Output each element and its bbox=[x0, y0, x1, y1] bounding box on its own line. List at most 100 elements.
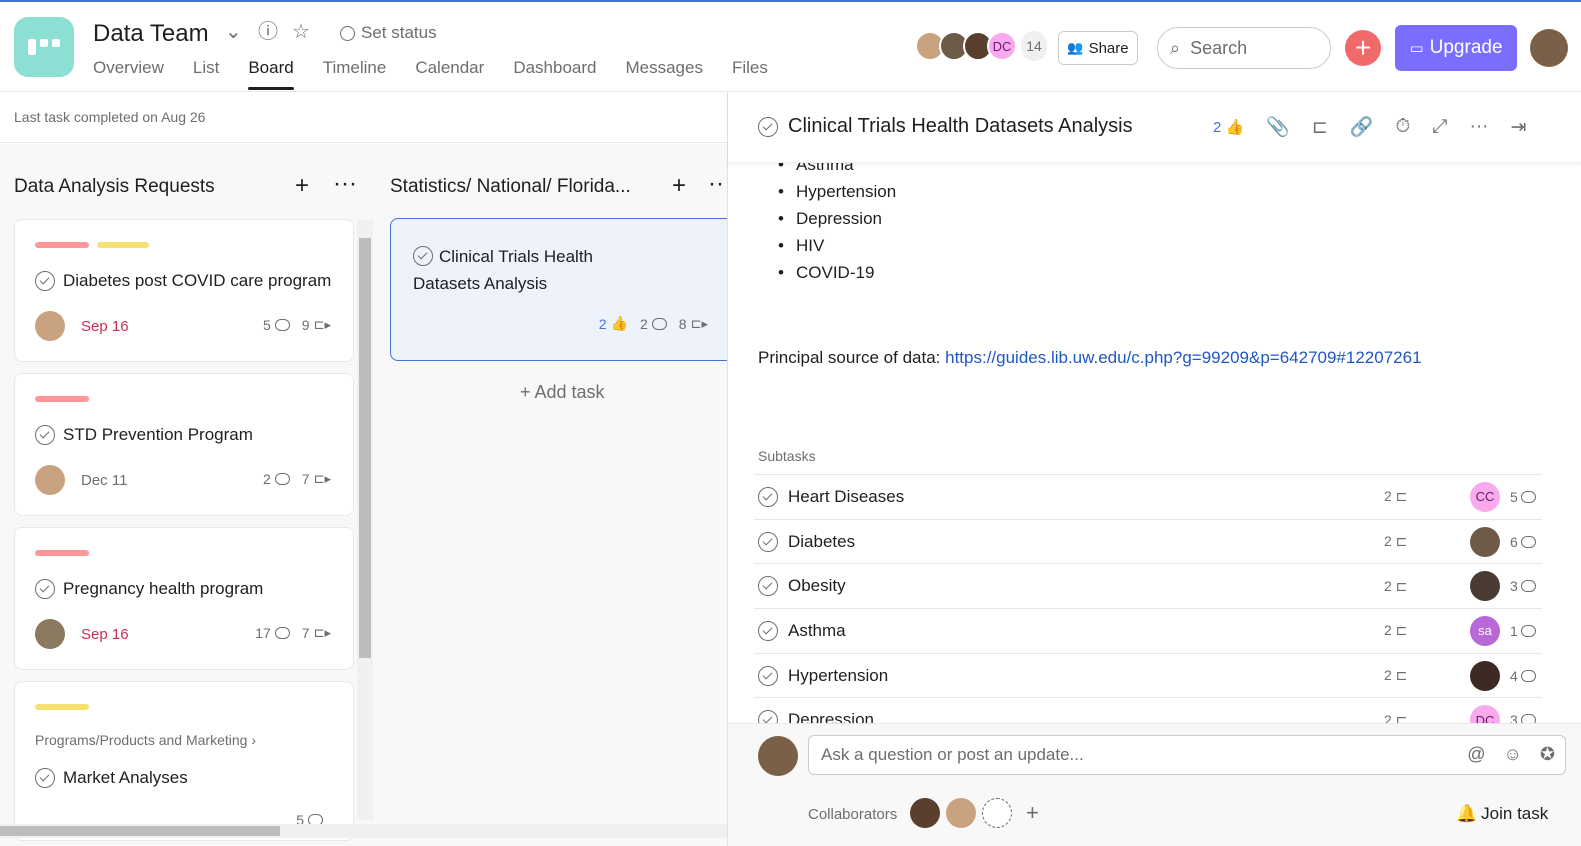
project-header: Data Team ⌄ ⓘ ☆ Set status Overview List… bbox=[0, 2, 1581, 92]
project-members[interactable]: DC 14 bbox=[915, 31, 1047, 61]
tab-list[interactable]: List bbox=[193, 58, 219, 90]
check-icon[interactable] bbox=[758, 531, 778, 552]
expand-icon[interactable]: ⤢ bbox=[1432, 116, 1447, 138]
assignee-avatar[interactable]: sa bbox=[1470, 615, 1500, 646]
check-icon[interactable] bbox=[35, 425, 55, 445]
column-title[interactable]: Data Analysis Requests bbox=[14, 176, 215, 198]
info-icon[interactable]: ⓘ bbox=[258, 20, 278, 44]
join-task-button[interactable]: 🔔 Join task bbox=[1456, 804, 1548, 824]
task-card[interactable]: Pregnancy health program Sep 16 17 7 ⊏▸ bbox=[14, 527, 354, 670]
more-options-icon[interactable]: ··· bbox=[333, 170, 357, 198]
check-icon[interactable] bbox=[35, 271, 55, 291]
chevron-down-icon[interactable]: ⌄ bbox=[225, 20, 242, 44]
mention-icon[interactable]: @ bbox=[1467, 744, 1485, 765]
paperclip-icon[interactable]: 📎 bbox=[1266, 115, 1290, 139]
check-icon[interactable] bbox=[758, 116, 778, 137]
assignee-avatar[interactable]: CC bbox=[1470, 481, 1500, 512]
subtask-row[interactable]: Hypertension 2 ⊏ 4 bbox=[754, 652, 1542, 698]
members-count: 14 bbox=[1021, 31, 1047, 61]
assignee-avatar[interactable] bbox=[1470, 660, 1500, 691]
people-icon: 👥 bbox=[1067, 40, 1084, 55]
project-logo-icon[interactable] bbox=[14, 17, 74, 77]
subtask-icon: ⊏▸ bbox=[313, 317, 331, 332]
task-card-selected[interactable]: Clinical Trials Health Datasets Analysis… bbox=[390, 218, 727, 361]
set-status-button[interactable]: Set status bbox=[340, 23, 437, 43]
comment-icon bbox=[274, 473, 290, 485]
close-panel-icon[interactable]: ⇥ bbox=[1510, 116, 1526, 139]
avatar[interactable] bbox=[35, 465, 65, 495]
subtask-count: 2 ⊏ bbox=[1384, 577, 1408, 594]
subtask-name[interactable]: Obesity bbox=[788, 576, 846, 596]
search-input[interactable]: ⌕ Search bbox=[1157, 27, 1331, 69]
add-task-plus-icon[interactable]: + bbox=[295, 172, 309, 200]
task-card[interactable]: STD Prevention Program Dec 11 2 7 ⊏▸ bbox=[14, 373, 354, 516]
subtask-icon: ⊏▸ bbox=[690, 315, 708, 331]
subtask-row[interactable]: Obesity 2 ⊏ 3 bbox=[754, 563, 1542, 608]
timer-icon[interactable]: ⏱ bbox=[1395, 116, 1410, 138]
more-options-icon[interactable]: ·· bbox=[708, 170, 724, 198]
comment-count: 1 bbox=[1510, 623, 1544, 639]
subtask-row[interactable]: Asthma 2 ⊏ sa 1 bbox=[754, 608, 1542, 653]
create-button[interactable]: + bbox=[1345, 30, 1381, 66]
tab-files[interactable]: Files bbox=[732, 58, 768, 90]
card-title: STD Prevention Program bbox=[35, 425, 253, 445]
tab-timeline[interactable]: Timeline bbox=[323, 58, 387, 90]
assignee-avatar[interactable] bbox=[1470, 526, 1500, 557]
tab-calendar[interactable]: Calendar bbox=[415, 58, 484, 90]
due-date[interactable]: Dec 11 bbox=[81, 472, 127, 489]
list-item: COVID-19 bbox=[778, 263, 896, 290]
add-collaborator-icon[interactable] bbox=[982, 798, 1012, 828]
link-icon[interactable]: 🔗 bbox=[1350, 115, 1374, 139]
assignee-avatar[interactable] bbox=[1470, 571, 1500, 602]
check-icon[interactable] bbox=[758, 665, 778, 686]
task-card[interactable]: Diabetes post COVID care program Sep 16 … bbox=[14, 219, 354, 362]
check-icon[interactable] bbox=[35, 579, 55, 599]
star-icon[interactable]: ✪ bbox=[1540, 744, 1555, 765]
avatar[interactable] bbox=[910, 798, 940, 828]
subtask-name[interactable]: Hypertension bbox=[788, 666, 888, 686]
avatar[interactable] bbox=[35, 619, 65, 649]
subtask-name[interactable]: Heart Diseases bbox=[788, 487, 904, 507]
upgrade-button[interactable]: ▭ Upgrade bbox=[1395, 25, 1517, 71]
detail-footer: Ask a question or post an update... @ ☺ … bbox=[728, 723, 1581, 846]
due-date[interactable]: Sep 16 bbox=[81, 318, 129, 335]
plus-icon[interactable]: + bbox=[1026, 800, 1039, 826]
check-icon[interactable] bbox=[758, 576, 778, 597]
like-button[interactable]: 2 👍 bbox=[1213, 118, 1244, 136]
more-options-icon[interactable]: ··· bbox=[1470, 116, 1489, 138]
star-icon[interactable]: ☆ bbox=[292, 20, 310, 44]
subtask-count: 2 ⊏ bbox=[1384, 667, 1408, 684]
column-title[interactable]: Statistics/ National/ Florida... bbox=[390, 176, 631, 198]
subtask-row[interactable]: Heart Diseases 2 ⊏ CC 5 bbox=[754, 474, 1542, 519]
check-icon[interactable] bbox=[35, 768, 55, 788]
add-task-button[interactable]: + Add task bbox=[520, 382, 605, 403]
tab-dashboard[interactable]: Dashboard bbox=[513, 58, 596, 90]
breadcrumb[interactable]: Programs/Products and Marketing › bbox=[35, 732, 256, 748]
add-task-plus-icon[interactable]: + bbox=[672, 172, 686, 200]
share-button[interactable]: 👥 Share bbox=[1058, 31, 1138, 65]
project-title[interactable]: Data Team bbox=[93, 20, 209, 48]
subtask-name[interactable]: Asthma bbox=[788, 621, 846, 641]
tab-messages[interactable]: Messages bbox=[625, 58, 702, 90]
emoji-icon[interactable]: ☺ bbox=[1504, 744, 1522, 765]
subtask-name[interactable]: Diabetes bbox=[788, 532, 855, 552]
source-link[interactable]: https://guides.lib.uw.edu/c.php?g=99209&… bbox=[945, 348, 1421, 367]
due-date[interactable]: Sep 16 bbox=[81, 626, 129, 643]
subtask-icon[interactable]: ⊏ bbox=[1312, 116, 1328, 139]
user-avatar[interactable] bbox=[1530, 29, 1568, 67]
task-title[interactable]: Clinical Trials Health Datasets Analysis bbox=[758, 115, 1133, 138]
check-icon[interactable] bbox=[413, 246, 433, 266]
avatar[interactable] bbox=[35, 311, 65, 341]
tab-overview[interactable]: Overview bbox=[93, 58, 164, 90]
tab-board[interactable]: Board bbox=[248, 58, 295, 90]
board-scrollbar[interactable] bbox=[0, 824, 727, 838]
column-scrollbar[interactable] bbox=[357, 220, 373, 820]
task-card[interactable]: Programs/Products and Marketing › Market… bbox=[14, 681, 354, 841]
avatar[interactable] bbox=[946, 798, 976, 828]
check-icon[interactable] bbox=[758, 486, 778, 507]
comment-input[interactable]: Ask a question or post an update... @ ☺ … bbox=[808, 735, 1566, 775]
subtask-row[interactable]: Diabetes 2 ⊏ 6 bbox=[754, 518, 1542, 564]
tag bbox=[35, 550, 89, 556]
check-icon[interactable] bbox=[758, 620, 778, 641]
tag bbox=[35, 242, 89, 248]
